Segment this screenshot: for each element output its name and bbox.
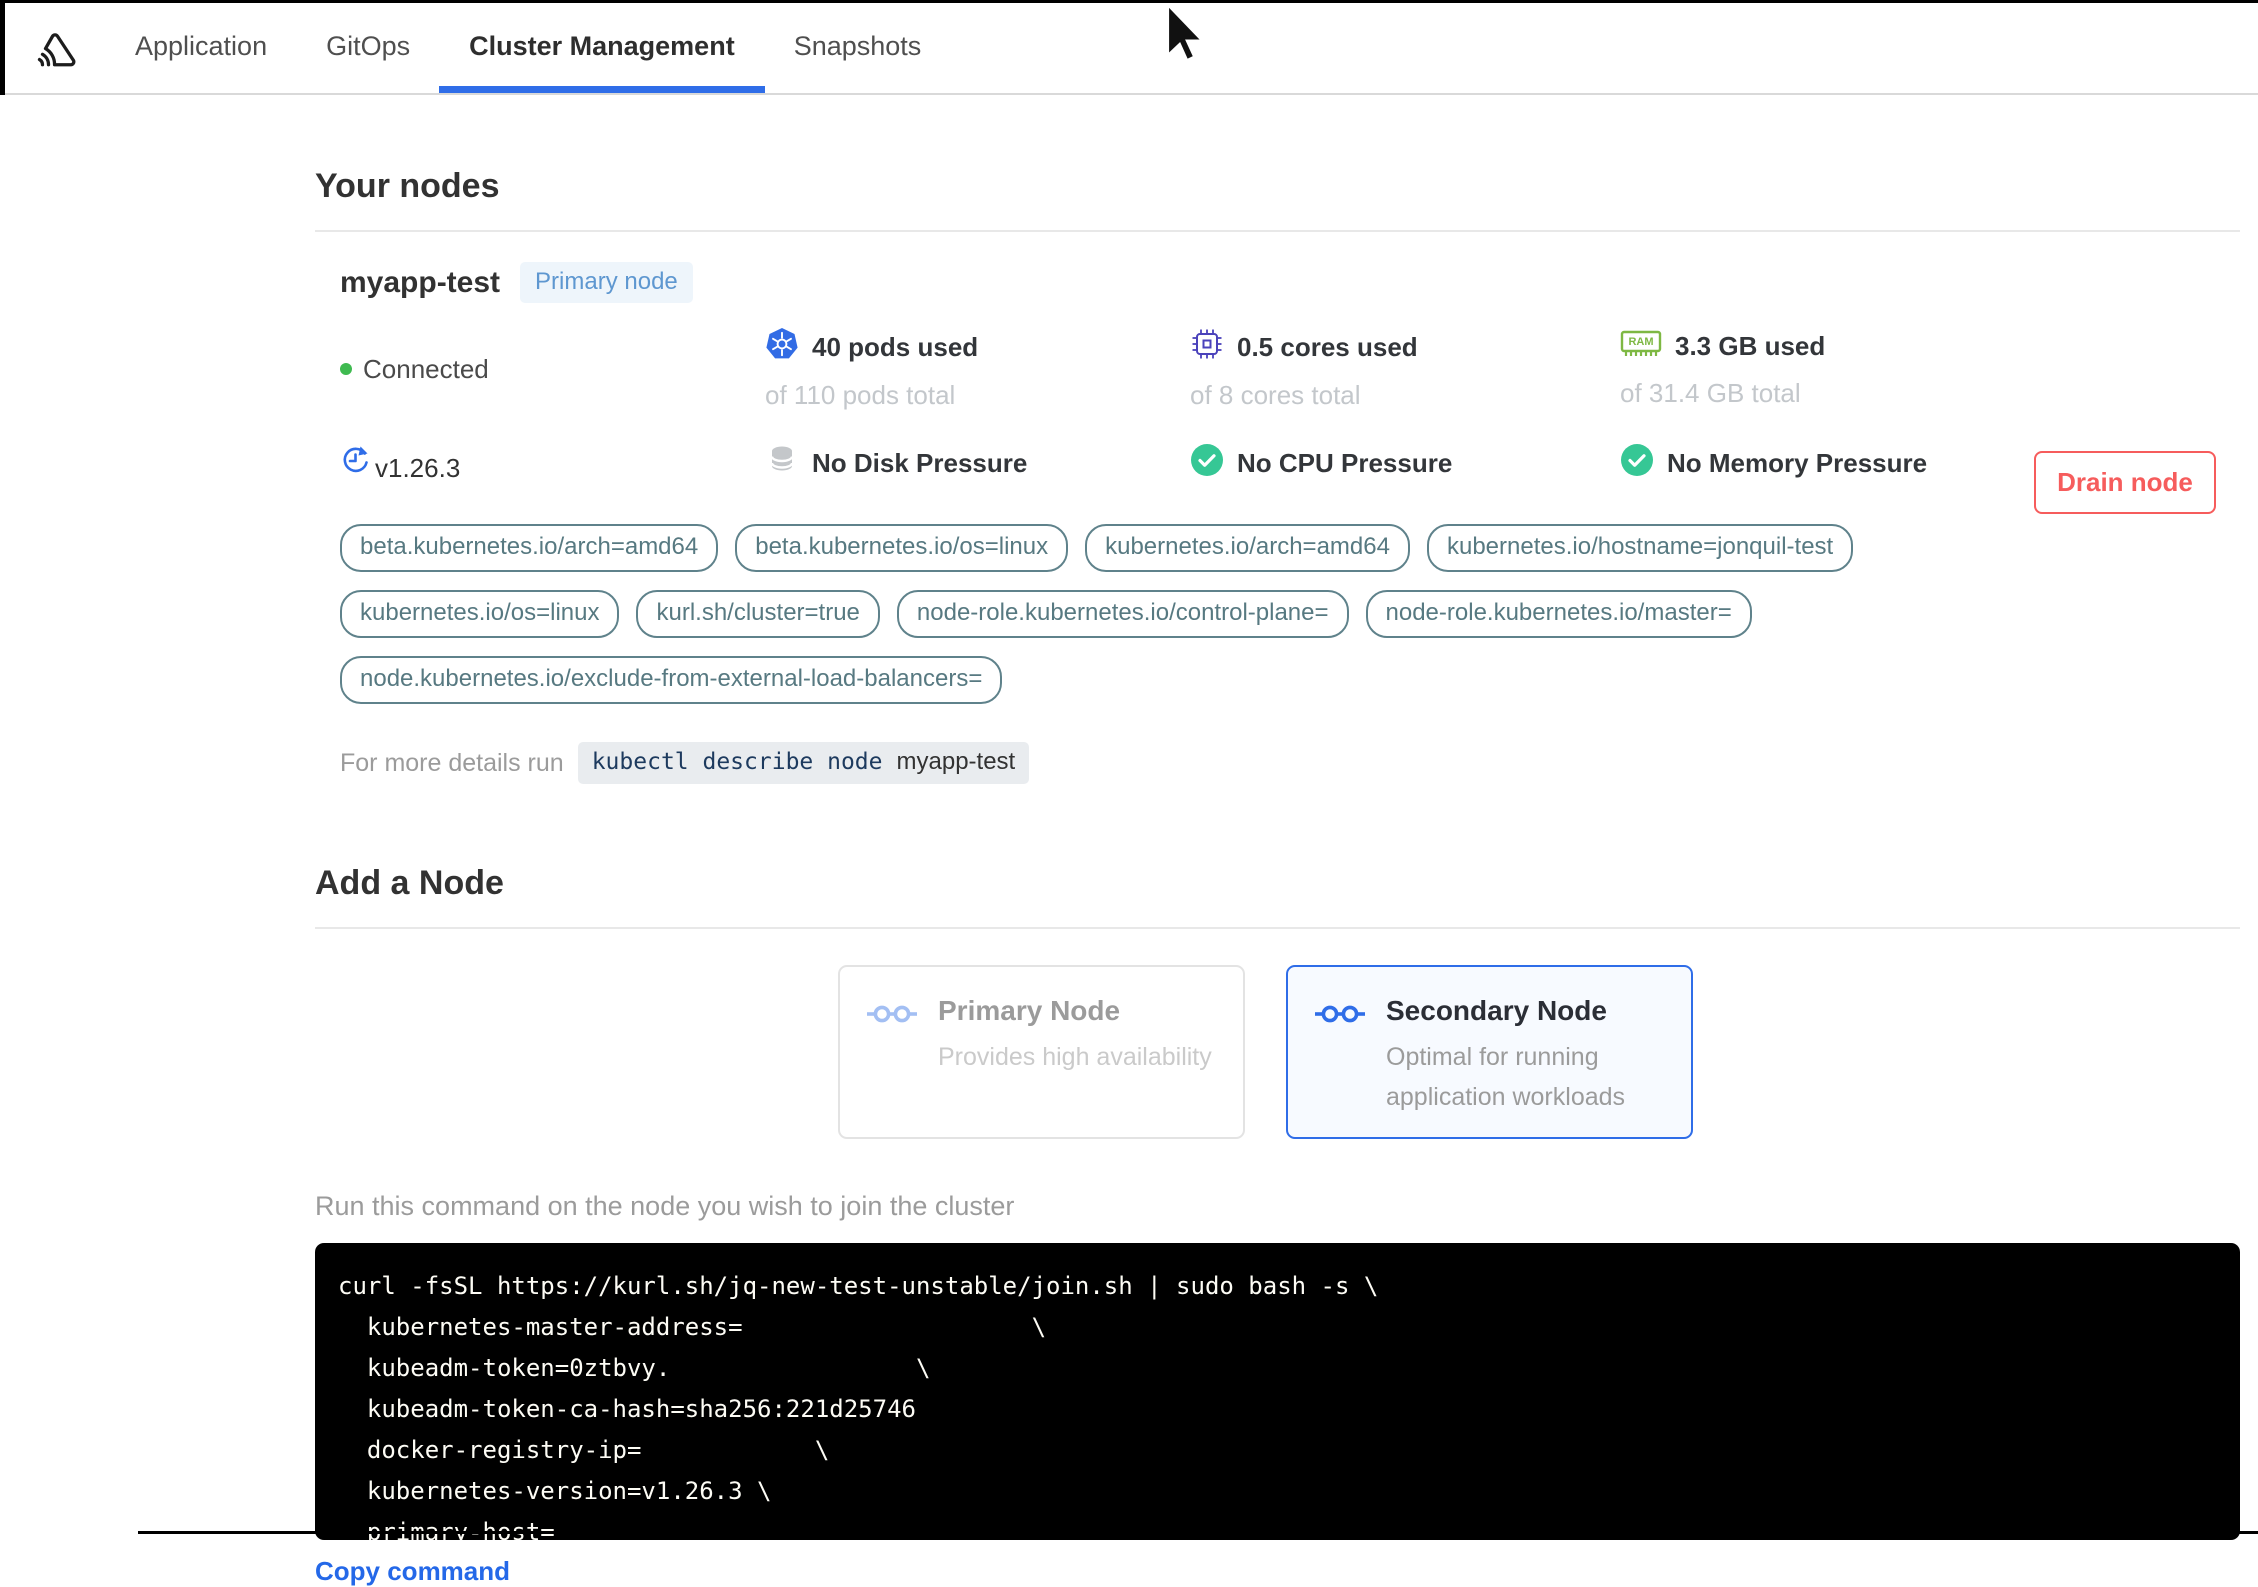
node-label-tag: beta.kubernetes.io/arch=amd64 [340,524,719,572]
node-status: Connected [340,327,765,411]
disk-pressure-label: No Disk Pressure [812,448,1028,478]
node-status-label: Connected [363,353,489,384]
node-label-tag: node-role.kubernetes.io/master= [1365,590,1752,638]
pods-used-label: 40 pods used [812,332,979,362]
ram-icon: RAM [1620,327,1662,366]
memory-total-label: of 31.4 GB total [1620,378,1801,408]
nav-tabs: Application GitOps Cluster Management Sn… [135,0,921,93]
connected-dot-icon [340,363,352,375]
memory-pressure-label: No Memory Pressure [1667,448,1928,478]
disk-icon [765,443,799,484]
option-description: Provides high availability [938,1043,1212,1071]
tab-cluster-management[interactable]: Cluster Management [439,0,765,93]
node-name: myapp-test [340,265,501,299]
details-prefix: For more details run [340,748,564,777]
cores-stat: 0.5 cores used of 8 cores total [1190,327,1620,411]
node-version: v1.26.3 [340,443,765,484]
pods-total-label: of 110 pods total [765,380,956,410]
main-content: Your nodes myapp-test Primary node Conne… [0,95,2258,1587]
memory-stat: RAM 3.3 GB used of 31.4 GB total [1620,327,2240,411]
node-link-icon [1314,1001,1366,1109]
screenshot-left-edge [0,0,5,95]
memory-used-label: 3.3 GB used [1675,331,1826,361]
section-divider [315,230,2240,232]
node-stats-grid: Connected 40 pods used of 110 pods total… [340,327,2240,484]
secondary-node-option[interactable]: Secondary Node Optimal for running appli… [1286,965,1693,1139]
node-label-tag: node.kubernetes.io/exclude-from-external… [340,656,1003,704]
option-title: Secondary Node [1386,995,1607,1026]
node-label-tag: kubernetes.io/arch=amd64 [1085,524,1410,572]
cpu-pressure-label: No CPU Pressure [1237,448,1453,478]
tab-application[interactable]: Application [135,0,267,93]
node-header: myapp-test Primary node [340,262,2240,303]
node-label-tag: beta.kubernetes.io/os=linux [735,524,1069,572]
node-label-tag: kubernetes.io/hostname=jonquil-test [1426,524,1854,572]
node-labels: beta.kubernetes.io/arch=amd64 beta.kuber… [340,524,2000,704]
cores-total-label: of 8 cores total [1190,380,1361,410]
tab-snapshots[interactable]: Snapshots [794,0,922,93]
node-version-label: v1.26.3 [375,453,461,483]
kubectl-command-node: myapp-test [896,748,1016,775]
join-command-block: curl -fsSL https://kurl.sh/jq-new-test-u… [315,1243,2240,1540]
kubernetes-icon [765,327,799,368]
cores-used-label: 0.5 cores used [1237,332,1418,362]
app-logo-icon[interactable] [28,23,80,71]
check-circle-icon [1620,443,1654,484]
node-label-tag: node-role.kubernetes.io/control-plane= [896,590,1349,638]
kubectl-command: kubectl describe node [591,749,883,775]
disk-pressure-condition: No Disk Pressure [765,443,1190,484]
node-card: myapp-test Primary node Connected 40 pod… [315,262,2240,784]
copy-command-link[interactable]: Copy command [315,1556,510,1587]
pods-stat: 40 pods used of 110 pods total [765,327,1190,411]
option-title: Primary Node [938,995,1121,1026]
tab-gitops[interactable]: GitOps [326,0,410,93]
add-node-section: Add a Node Primary Node Provides high av… [315,864,2240,1587]
add-node-title: Add a Node [315,864,504,902]
check-circle-icon [1190,443,1224,484]
drain-node-button[interactable]: Drain node [2034,451,2216,514]
screenshot-top-edge [0,0,2258,3]
node-type-options: Primary Node Provides high availability … [838,965,2240,1139]
cpu-pressure-condition: No CPU Pressure [1190,443,1620,484]
node-label-tag: kurl.sh/cluster=true [636,590,880,638]
section-divider [315,927,2240,929]
version-refresh-icon [340,444,371,484]
cpu-chip-icon [1190,327,1224,368]
node-details-hint: For more details run kubectl describe no… [340,742,2240,784]
top-nav: Application GitOps Cluster Management Sn… [0,0,2258,95]
option-description: Optimal for running application workload… [1386,1043,1626,1111]
your-nodes-section: Your nodes myapp-test Primary node Conne… [315,167,2240,784]
primary-node-option[interactable]: Primary Node Provides high availability [838,965,1245,1139]
option-text: Secondary Node Optimal for running appli… [1386,995,1665,1111]
your-nodes-title: Your nodes [315,167,500,205]
join-instruction: Run this command on the node you wish to… [315,1191,1015,1221]
node-label-tag: kubernetes.io/os=linux [340,590,620,638]
node-link-icon [866,1001,918,1109]
primary-node-badge: Primary node [520,262,693,303]
svg-text:RAM: RAM [1628,336,1653,348]
option-text: Primary Node Provides high availability [938,995,1212,1109]
kubectl-command-chip: kubectl describe node myapp-test [577,742,1030,784]
